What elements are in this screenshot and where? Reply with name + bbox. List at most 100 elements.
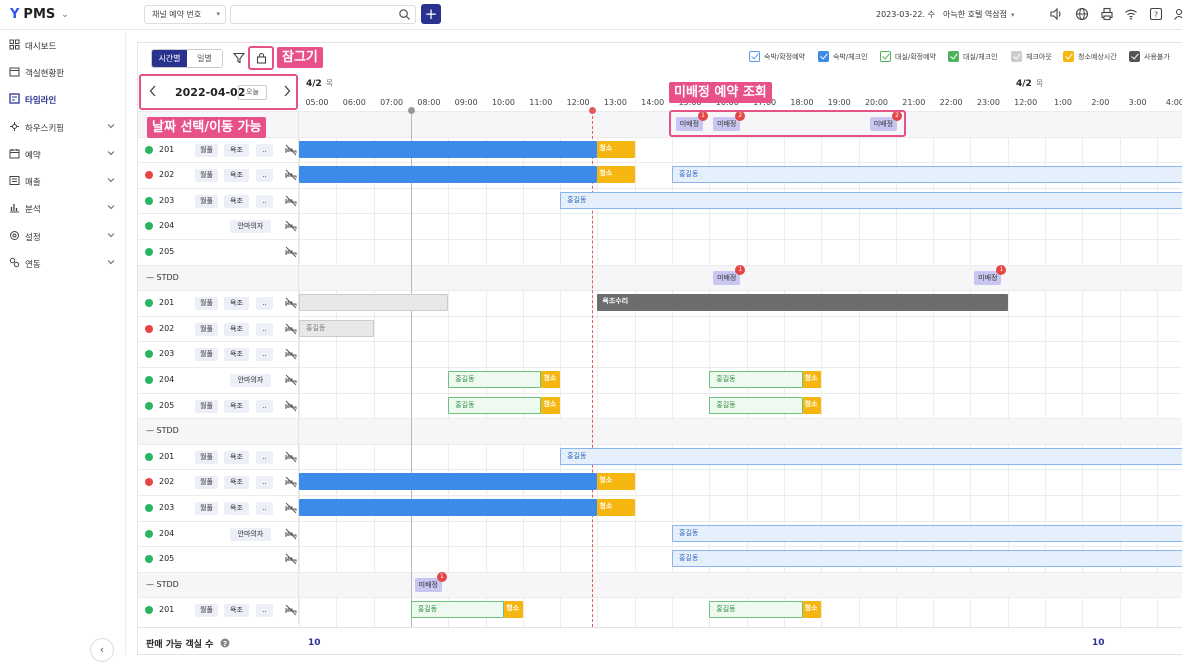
lock-button[interactable] <box>248 46 274 70</box>
room-tag-more[interactable]: .. <box>256 476 273 490</box>
info-icon[interactable]: ? <box>220 638 230 648</box>
bed-off-icon[interactable] <box>285 528 297 540</box>
legend-cleaning[interactable]: 청소예상시간 <box>1063 51 1117 62</box>
booking-bar[interactable] <box>299 140 598 158</box>
unassigned-booking[interactable]: 미배정 1 <box>414 571 447 592</box>
dayuse-bar[interactable]: 홍길동 <box>448 371 542 388</box>
dayuse-bar[interactable]: 홍길동 <box>709 601 803 619</box>
printer-icon[interactable] <box>1100 7 1114 21</box>
bed-off-icon[interactable] <box>285 323 297 335</box>
legend-unavailable[interactable]: 사용불가 <box>1129 51 1170 62</box>
sidebar-item-timeline[interactable]: 타임라인 <box>0 86 126 112</box>
bed-off-icon[interactable] <box>285 220 297 232</box>
room-tag-more[interactable]: .. <box>256 502 273 515</box>
bed-off-icon[interactable] <box>285 297 297 309</box>
wifi-icon[interactable] <box>1124 7 1138 21</box>
unassigned-booking[interactable]: 미배정 1 <box>713 264 746 285</box>
bed-off-icon[interactable] <box>285 400 297 412</box>
booking-bar[interactable] <box>299 499 598 516</box>
room-number[interactable]: 205 <box>159 554 174 563</box>
booking-bar[interactable]: 홍길동 <box>672 166 1182 184</box>
bed-off-icon[interactable] <box>285 144 297 156</box>
add-button[interactable]: + <box>421 4 441 24</box>
room-number[interactable]: 201 <box>159 145 174 154</box>
selected-date[interactable]: 2022-04-02 <box>175 86 245 99</box>
search-icon[interactable] <box>398 8 411 21</box>
legend-stay-checkin[interactable]: 숙박/체크인 <box>818 51 868 62</box>
booking-bar[interactable]: 홍길동 <box>672 550 1182 568</box>
booking-bar[interactable] <box>299 473 598 491</box>
dayuse-bar[interactable]: 홍길동 <box>410 601 505 619</box>
room-number[interactable]: 204 <box>159 375 174 384</box>
sidebar-item-settings[interactable]: 설정 <box>0 223 126 249</box>
room-type-name[interactable]: — STDD <box>146 273 179 282</box>
room-tag-more[interactable]: .. <box>256 450 273 464</box>
unavailable-bar[interactable]: 욕조수리 <box>597 294 1008 312</box>
cleaning-bar[interactable]: 청소 <box>597 140 635 158</box>
today-button[interactable]: 오늘 <box>238 85 267 100</box>
room-tag-more[interactable]: .. <box>256 143 273 157</box>
room-tag-more[interactable]: .. <box>256 322 273 336</box>
bed-off-icon[interactable] <box>285 374 297 386</box>
filter-icon[interactable] <box>233 52 245 64</box>
bed-off-icon[interactable] <box>285 195 297 207</box>
tab-hourly[interactable]: 시간별 <box>152 50 187 67</box>
bed-off-icon[interactable] <box>285 169 297 181</box>
room-tag-more[interactable]: .. <box>256 348 273 362</box>
sidebar-item-reservation[interactable]: 예약 <box>0 141 126 167</box>
legend-day-checkin[interactable]: 대실/체크인 <box>948 51 998 62</box>
sidebar-item-dashboard[interactable]: 대시보드 <box>0 32 126 58</box>
sidebar-collapse-button[interactable]: ‹ <box>90 638 114 662</box>
legend-checkout[interactable]: 체크아웃 <box>1011 51 1052 62</box>
cleaning-bar[interactable]: 청소 <box>597 473 635 491</box>
cleaning-bar[interactable]: 청소 <box>802 396 822 414</box>
speaker-icon[interactable] <box>1049 7 1063 21</box>
room-number[interactable]: 204 <box>159 221 174 230</box>
chevron-right-icon[interactable] <box>283 85 291 97</box>
room-number[interactable]: 205 <box>159 247 174 256</box>
room-tag-more[interactable]: .. <box>256 169 273 183</box>
room-tag-more[interactable]: .. <box>256 604 273 618</box>
checkout-bar[interactable]: 홍길동 <box>299 319 374 337</box>
sidebar-item-analysis[interactable]: 분석 <box>0 195 126 221</box>
tab-daily[interactable]: 일별 <box>187 50 222 67</box>
cleaning-bar[interactable]: 청소 <box>597 499 635 516</box>
hotel-select[interactable]: 아늑한 호텔 역삼점 ▾ <box>943 9 1014 20</box>
app-logo[interactable]: Y PMS ⌄ <box>10 7 69 22</box>
cleaning-bar[interactable]: 청소 <box>802 371 822 388</box>
view-toggle[interactable]: 시간별 일별 <box>151 49 223 68</box>
help-icon[interactable]: ? <box>1149 7 1163 21</box>
cleaning-bar[interactable]: 청소 <box>802 601 822 619</box>
globe-icon[interactable] <box>1075 7 1089 21</box>
booking-bar[interactable]: 홍길동 <box>672 524 1182 542</box>
dayuse-bar[interactable]: 홍길동 <box>709 396 803 414</box>
channel-select[interactable]: 채널 예약 번호 ▾ <box>144 5 226 24</box>
room-number[interactable]: 205 <box>159 401 174 410</box>
room-number[interactable]: 203 <box>159 196 174 205</box>
bed-off-icon[interactable] <box>285 246 297 258</box>
dayuse-bar[interactable]: 홍길동 <box>448 396 542 414</box>
booking-bar[interactable]: 홍길동 <box>560 191 1182 209</box>
sidebar-item-housekeeping[interactable]: 하우스키핑 <box>0 114 126 140</box>
room-number[interactable]: 201 <box>159 605 174 614</box>
user-icon[interactable] <box>1172 7 1182 21</box>
cleaning-bar[interactable]: 청소 <box>597 166 635 184</box>
legend-stay-confirmed[interactable]: 숙박/확정예약 <box>749 51 805 62</box>
bed-off-icon[interactable] <box>285 476 297 488</box>
dayuse-bar[interactable]: 홍길동 <box>709 371 803 388</box>
bed-off-icon[interactable] <box>285 348 297 360</box>
sidebar-item-sales[interactable]: 매출 <box>0 168 126 194</box>
booking-bar[interactable] <box>299 166 598 184</box>
room-number[interactable]: 201 <box>159 452 174 461</box>
legend-day-confirmed[interactable]: 대실/확정예약 <box>880 51 936 62</box>
room-type-name[interactable]: — STDD <box>146 580 179 589</box>
bed-off-icon[interactable] <box>285 604 297 616</box>
cleaning-bar[interactable]: 청소 <box>504 601 523 619</box>
cleaning-bar[interactable]: 청소 <box>541 396 561 414</box>
bed-off-icon[interactable] <box>285 553 297 565</box>
room-number[interactable]: 201 <box>159 298 174 307</box>
room-tag-more[interactable]: .. <box>256 399 273 413</box>
search-input[interactable] <box>230 5 416 24</box>
room-tag-more[interactable]: .. <box>256 194 273 208</box>
room-number[interactable]: 202 <box>159 477 174 486</box>
